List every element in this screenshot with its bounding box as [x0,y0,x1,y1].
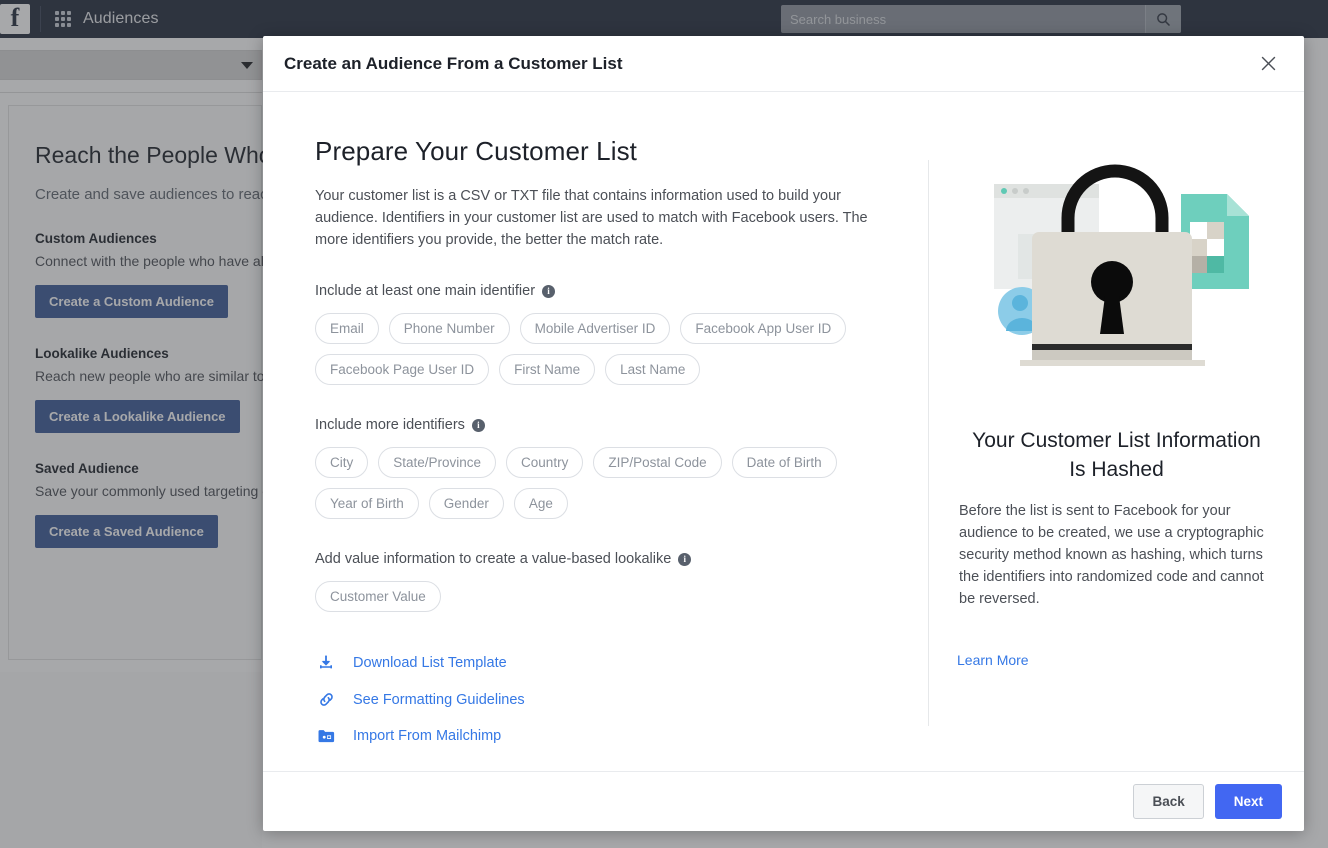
helper-links: Download List Template See Formatting Gu… [315,654,928,745]
see-formatting-guidelines-link[interactable]: See Formatting Guidelines [315,690,928,709]
chip-zip-postal-code[interactable]: ZIP/Postal Code [593,447,722,478]
chip-state-province[interactable]: State/Province [378,447,497,478]
chip-email[interactable]: Email [315,313,379,344]
hashing-title: Your Customer List Information Is Hashed [972,429,1261,481]
main-identifier-label: Include at least one main identifier i [315,283,928,299]
label-text: Include at least one main identifier [315,283,536,299]
padlock-illustration [957,136,1276,406]
modal-footer: Back Next [263,771,1304,831]
close-icon[interactable] [1254,50,1282,78]
learn-more-link[interactable]: Learn More [957,652,1276,668]
chip-customer-value[interactable]: Customer Value [315,581,441,612]
import-from-mailchimp-link[interactable]: Import From Mailchimp [315,727,928,745]
label-text: Add value information to create a value-… [315,551,672,567]
link-chain-icon [315,690,337,709]
modal-header: Create an Audience From a Customer List [263,36,1304,92]
create-audience-modal: Create an Audience From a Customer List … [263,36,1304,831]
modal-title: Create an Audience From a Customer List [284,53,623,73]
back-button[interactable]: Back [1133,784,1204,819]
info-icon[interactable]: i [542,284,556,298]
link-label: Download List Template [353,655,507,671]
prepare-list-panel: Prepare Your Customer List Your customer… [263,92,928,771]
info-icon[interactable]: i [471,418,485,432]
chip-first-name[interactable]: First Name [499,354,596,385]
chip-gender[interactable]: Gender [428,488,504,519]
more-identifiers-label: Include more identifiers i [315,417,928,433]
more-identifier-chips: City State/Province Country ZIP/Postal C… [315,447,855,519]
label-text: Include more identifiers [315,417,465,433]
folder-import-icon [315,727,337,745]
hashing-body: Before the list is sent to Facebook for … [959,503,1264,607]
chip-date-of-birth[interactable]: Date of Birth [731,447,837,478]
link-label: Import From Mailchimp [353,728,502,744]
chip-facebook-app-user-id[interactable]: Facebook App User ID [680,313,847,344]
link-label: See Formatting Guidelines [353,691,525,708]
next-button[interactable]: Next [1214,784,1282,819]
download-icon [315,654,337,672]
chip-mobile-advertiser-id[interactable]: Mobile Advertiser ID [519,313,671,344]
chip-city[interactable]: City [315,447,369,478]
value-chips: Customer Value [315,581,855,612]
section-description: Your customer list is a CSV or TXT file … [315,188,868,248]
chip-age[interactable]: Age [513,488,568,519]
chip-phone-number[interactable]: Phone Number [388,313,510,344]
value-information-label: Add value information to create a value-… [315,551,928,567]
chip-last-name[interactable]: Last Name [605,354,701,385]
main-identifier-chips: Email Phone Number Mobile Advertiser ID … [315,313,855,385]
chip-year-of-birth[interactable]: Year of Birth [315,488,419,519]
chip-facebook-page-user-id[interactable]: Facebook Page User ID [315,354,490,385]
download-list-template-link[interactable]: Download List Template [315,654,928,672]
chip-country[interactable]: Country [506,447,584,478]
hashing-info-panel: Your Customer List Information Is Hashed… [929,92,1304,771]
info-icon[interactable]: i [678,552,692,566]
section-heading: Prepare Your Customer List [315,136,637,166]
modal-body: Prepare Your Customer List Your customer… [263,92,1304,771]
